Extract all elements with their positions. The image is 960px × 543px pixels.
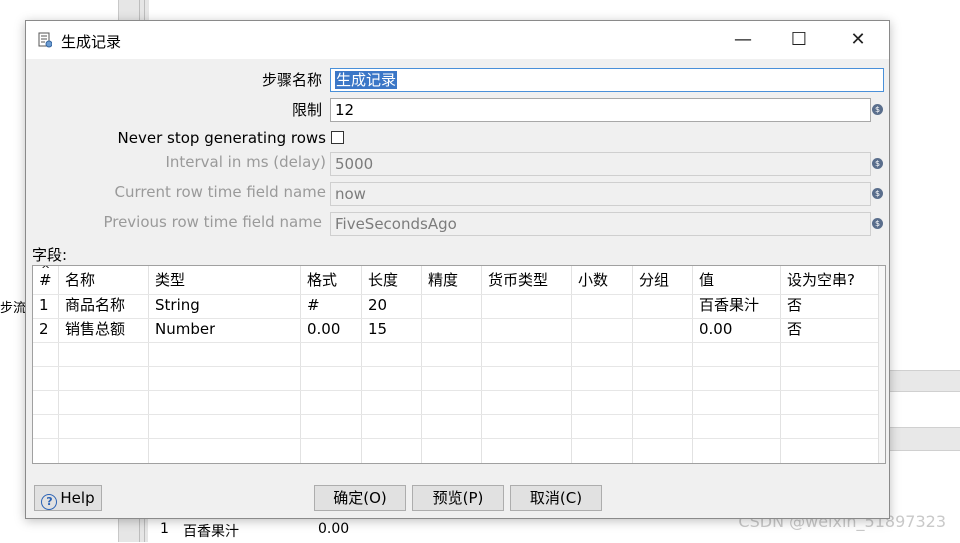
column-header[interactable]: 长度 bbox=[362, 266, 398, 294]
maximize-button[interactable]: ☐ bbox=[771, 21, 827, 59]
title-bar[interactable]: 生成记录 — ☐ ✕ bbox=[26, 21, 889, 59]
variable-icon[interactable]: $ bbox=[872, 104, 883, 115]
background-cell: 0.00 bbox=[318, 521, 350, 537]
table-cell[interactable]: Number bbox=[149, 318, 215, 342]
fields-label: 字段: bbox=[32, 246, 68, 264]
table-cell[interactable]: 百香果汁 bbox=[693, 294, 759, 318]
table-cell[interactable]: 否 bbox=[781, 294, 802, 318]
column-header[interactable]: 设为空串? bbox=[781, 266, 855, 294]
help-icon: ? bbox=[41, 494, 58, 510]
table-cell[interactable]: # bbox=[301, 294, 320, 318]
dialog-title: 生成记录 bbox=[61, 33, 122, 51]
variable-icon[interactable]: $ bbox=[872, 158, 883, 169]
table-cell[interactable]: 销售总额 bbox=[59, 318, 125, 342]
ok-button[interactable]: 确定(O) bbox=[314, 485, 406, 511]
column-header[interactable]: 名称 bbox=[59, 266, 95, 294]
column-header[interactable]: # bbox=[33, 266, 52, 294]
table-cell[interactable]: 0.00 bbox=[693, 318, 732, 342]
previous-time-input[interactable]: FiveSecondsAgo bbox=[330, 212, 871, 236]
table-cell[interactable] bbox=[422, 294, 428, 318]
table-cell[interactable]: 20 bbox=[362, 294, 387, 318]
help-label: Help bbox=[60, 489, 95, 507]
background-table: 1 百香果汁 0.00 bbox=[148, 517, 358, 543]
step-name-label: 步骤名称 bbox=[261, 71, 322, 89]
limit-label: 限制 bbox=[291, 101, 322, 119]
table-cell[interactable]: 0.00 bbox=[301, 318, 340, 342]
column-header[interactable]: 货币类型 bbox=[482, 266, 548, 294]
variable-icon[interactable]: $ bbox=[872, 188, 883, 199]
table-cell[interactable]: 15 bbox=[362, 318, 387, 342]
column-header[interactable]: 精度 bbox=[422, 266, 458, 294]
step-icon bbox=[38, 32, 52, 48]
cancel-button[interactable]: 取消(C) bbox=[510, 485, 602, 511]
variable-icon[interactable]: $ bbox=[872, 218, 883, 229]
fields-table[interactable]: ^ # 名称 类型 格式 长度 精度 货币类型 小数 分组 值 设为空串? 1 … bbox=[32, 265, 886, 464]
table-cell[interactable] bbox=[633, 318, 639, 342]
background-cell: 1 bbox=[160, 521, 169, 537]
table-cell[interactable] bbox=[482, 294, 488, 318]
current-time-input[interactable]: now bbox=[330, 182, 871, 206]
generate-rows-dialog: 生成记录 — ☐ ✕ 步骤名称 生成记录 限制 12 $ Never stop … bbox=[25, 20, 890, 519]
table-cell[interactable] bbox=[572, 294, 578, 318]
close-button[interactable]: ✕ bbox=[830, 21, 886, 59]
interval-label: Interval in ms (delay) bbox=[165, 153, 326, 171]
help-button[interactable]: ? Help bbox=[34, 485, 102, 511]
background-row-band bbox=[888, 427, 960, 451]
table-cell[interactable] bbox=[482, 318, 488, 342]
interval-input[interactable]: 5000 bbox=[330, 152, 871, 176]
table-cell[interactable]: 2 bbox=[33, 318, 49, 342]
column-header[interactable]: 格式 bbox=[301, 266, 337, 294]
limit-input[interactable]: 12 bbox=[330, 98, 871, 122]
step-name-value: 生成记录 bbox=[335, 71, 398, 89]
column-header[interactable]: 小数 bbox=[572, 266, 608, 294]
step-name-input[interactable]: 生成记录 bbox=[330, 68, 884, 92]
preview-button[interactable]: 预览(P) bbox=[412, 485, 504, 511]
table-cell[interactable]: String bbox=[149, 294, 200, 318]
table-cell[interactable]: 1 bbox=[33, 294, 49, 318]
never-stop-checkbox[interactable] bbox=[331, 131, 344, 144]
minimize-button[interactable]: — bbox=[715, 21, 771, 59]
current-time-label: Current row time field name bbox=[114, 183, 327, 201]
column-header[interactable]: 类型 bbox=[149, 266, 185, 294]
previous-time-label: Previous row time field name bbox=[103, 213, 322, 231]
table-cell[interactable] bbox=[422, 318, 428, 342]
column-header[interactable]: 分组 bbox=[633, 266, 669, 294]
background-cell: 百香果汁 bbox=[183, 524, 239, 540]
table-scrollbar[interactable] bbox=[878, 266, 885, 463]
background-row-band bbox=[888, 370, 960, 392]
table-cell[interactable]: 否 bbox=[781, 318, 802, 342]
never-stop-label: Never stop generating rows bbox=[117, 129, 326, 147]
table-cell[interactable] bbox=[633, 294, 639, 318]
table-cell[interactable] bbox=[572, 318, 578, 342]
column-header[interactable]: 值 bbox=[693, 266, 714, 294]
table-cell[interactable]: 商品名称 bbox=[59, 294, 125, 318]
